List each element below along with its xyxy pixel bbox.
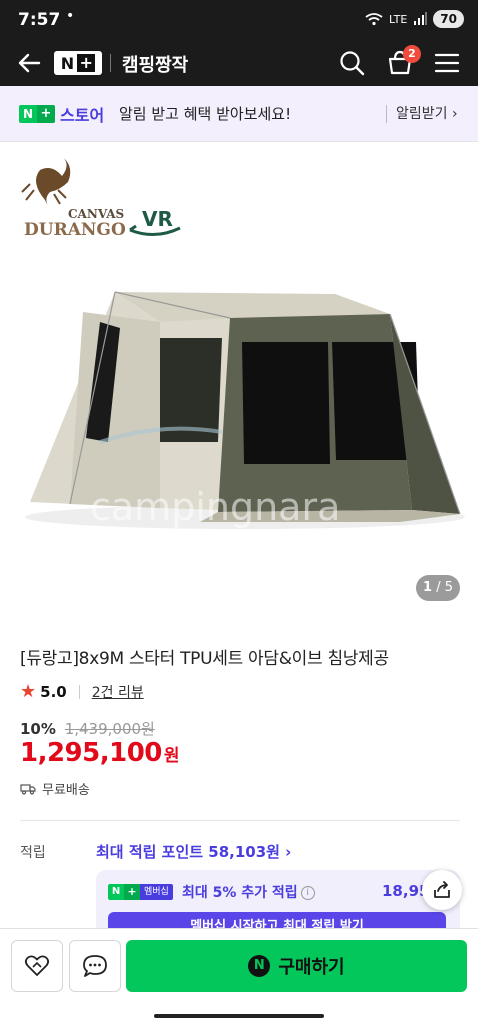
- store-name[interactable]: 캠핑짱작: [122, 51, 188, 77]
- section-divider: [20, 820, 460, 821]
- review-count-link[interactable]: 2건 리뷰: [92, 682, 144, 702]
- sale-price-unit: 원: [163, 746, 180, 766]
- status-time: 7:57: [18, 10, 61, 30]
- naver-n-letter: N: [108, 884, 124, 900]
- shipping-label: 무료배송: [42, 783, 90, 798]
- vr-label: VR: [142, 207, 173, 231]
- back-arrow-icon[interactable]: [14, 48, 44, 78]
- truck-icon: [20, 783, 36, 795]
- sale-price-amount: 1,295,100: [20, 738, 162, 768]
- tent-illustration: campingnara: [25, 291, 465, 529]
- subscribe-alerts-link[interactable]: 알림받기 ›: [396, 103, 458, 123]
- share-icon: [434, 881, 450, 898]
- plus-icon: +: [124, 884, 140, 900]
- durango-logo: CANVAS DURANGO: [21, 158, 126, 240]
- notification-promo-banner[interactable]: N + 스토어 알림 받고 혜택 받아보세요! 알림받기 ›: [0, 86, 478, 142]
- menu-icon[interactable]: [432, 48, 462, 78]
- star-icon: ★: [20, 681, 37, 702]
- product-title: [듀랑고]8x9M 스타터 TPU세트 아담&이브 침낭제공: [20, 649, 389, 669]
- system-nav-bar: [0, 1004, 478, 1024]
- info-icon[interactable]: i: [300, 886, 315, 900]
- rating-score: 5.0: [40, 682, 67, 701]
- network-label: LTE: [389, 12, 408, 26]
- membership-badge-label: 멤버십: [140, 884, 173, 900]
- max-points-link[interactable]: 최대 적립 포인트 58,103원 ›: [96, 841, 291, 862]
- wishlist-button[interactable]: [11, 940, 63, 992]
- system-icons: LTE 70: [365, 10, 464, 28]
- purchase-bar: N 구매하기: [0, 928, 478, 1004]
- home-gesture-handle[interactable]: [154, 1014, 324, 1018]
- image-page-indicator: 1 / 5: [416, 575, 460, 601]
- title-divider: [110, 54, 111, 72]
- naver-plus-logo[interactable]: N +: [54, 51, 102, 75]
- heart-icon: [24, 955, 50, 976]
- rating-divider: [78, 684, 80, 699]
- buy-button-label: 구매하기: [278, 957, 345, 978]
- product-image: CANVAS DURANGO VR campingnara: [21, 158, 465, 529]
- vr-badge: VR: [129, 207, 181, 236]
- plus-icon: +: [77, 54, 96, 72]
- search-icon[interactable]: [337, 48, 367, 78]
- talk-button[interactable]: [69, 940, 121, 992]
- product-rating: ★ 5.0 2건 리뷰: [20, 681, 144, 702]
- share-button[interactable]: [422, 870, 462, 910]
- original-price: 1,439,000원: [64, 720, 155, 738]
- membership-extra-text: 최대 5% 추가 적립: [182, 885, 298, 901]
- naver-n-letter: N: [60, 53, 75, 73]
- discount-row: 10% 1,439,000원: [20, 718, 155, 739]
- battery-indicator: 70: [433, 10, 464, 28]
- chat-bubble-icon: [83, 955, 107, 977]
- naver-plus-badge: N +: [19, 105, 55, 123]
- store-brand-label: 스토어: [60, 106, 105, 125]
- brand-logo-canvas-text: CANVAS: [68, 207, 124, 221]
- shipping-info: 무료배송: [20, 779, 90, 798]
- signal-icon: [414, 12, 428, 25]
- membership-extra-points: 최대 5% 추가 적립 i: [182, 882, 315, 902]
- promo-divider: [386, 105, 387, 123]
- notification-dot: •: [66, 8, 75, 24]
- brand-logo-durango-text: DURANGO: [24, 220, 126, 240]
- status-bar: 7:57 • LTE 70: [0, 0, 478, 40]
- discount-rate: 10%: [20, 720, 56, 738]
- naver-n-letter: N: [19, 105, 37, 123]
- plus-icon: +: [37, 105, 55, 123]
- product-image-gallery[interactable]: CANVAS DURANGO VR campingnara: [0, 142, 478, 618]
- cart-count-badge: 2: [403, 45, 421, 63]
- buy-button[interactable]: N 구매하기: [126, 940, 467, 992]
- image-total-pages: / 5: [436, 580, 453, 595]
- membership-badge: N + 멤버십: [108, 884, 173, 900]
- naver-pay-icon: N: [248, 955, 271, 977]
- sale-price: 1,295,100 원: [20, 738, 180, 768]
- wifi-icon: [365, 13, 383, 26]
- promo-message: 알림 받고 혜택 받아보세요!: [119, 105, 292, 123]
- points-label: 적립: [20, 845, 46, 861]
- image-current-page: 1: [423, 580, 433, 595]
- image-watermark: campingnara: [90, 485, 340, 529]
